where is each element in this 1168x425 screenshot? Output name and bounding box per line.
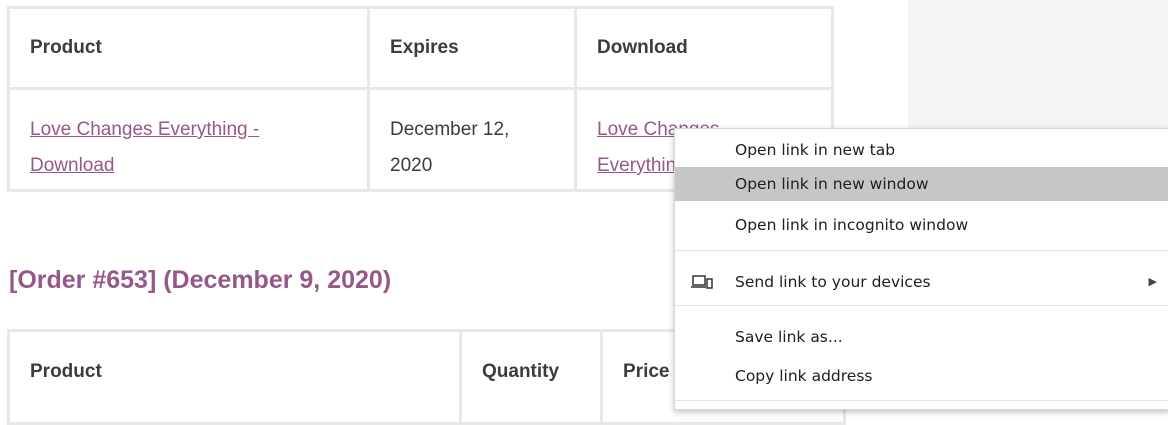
header-expires: Expires (367, 6, 577, 90)
menu-item-open-new-window[interactable]: Open link in new window (675, 167, 1168, 201)
menu-separator (675, 250, 1168, 251)
context-menu: Open link in new tab Open link in new wi… (674, 128, 1168, 410)
order-heading: [Order #653] (December 9, 2020) (9, 266, 392, 294)
menu-item-label: Send link to your devices (735, 273, 931, 291)
menu-item-open-new-tab[interactable]: Open link in new tab (675, 133, 1168, 167)
menu-item-send-to-devices[interactable]: Send link to your devices ▶ (675, 265, 1168, 299)
menu-separator (675, 305, 1168, 306)
submenu-arrow-icon: ▶ (1148, 275, 1157, 288)
devices-icon (691, 275, 713, 289)
menu-item-copy-link-address[interactable]: Copy link address (675, 359, 1168, 393)
menu-item-open-incognito[interactable]: Open link in incognito window (675, 208, 1168, 242)
header-quantity: Quantity (459, 329, 603, 425)
header-product: Product (7, 329, 462, 425)
product-cell: Love Changes Everything - Download (7, 87, 370, 192)
header-download: Download (574, 6, 834, 90)
product-link[interactable]: Love Changes Everything - Download (30, 119, 259, 176)
menu-separator (675, 400, 1168, 401)
header-product: Product (7, 6, 370, 90)
table-header-row: Product Expires Download (7, 6, 834, 90)
expires-cell: December 12, 2020 (367, 87, 577, 192)
menu-item-save-link-as[interactable]: Save link as... (675, 320, 1168, 354)
